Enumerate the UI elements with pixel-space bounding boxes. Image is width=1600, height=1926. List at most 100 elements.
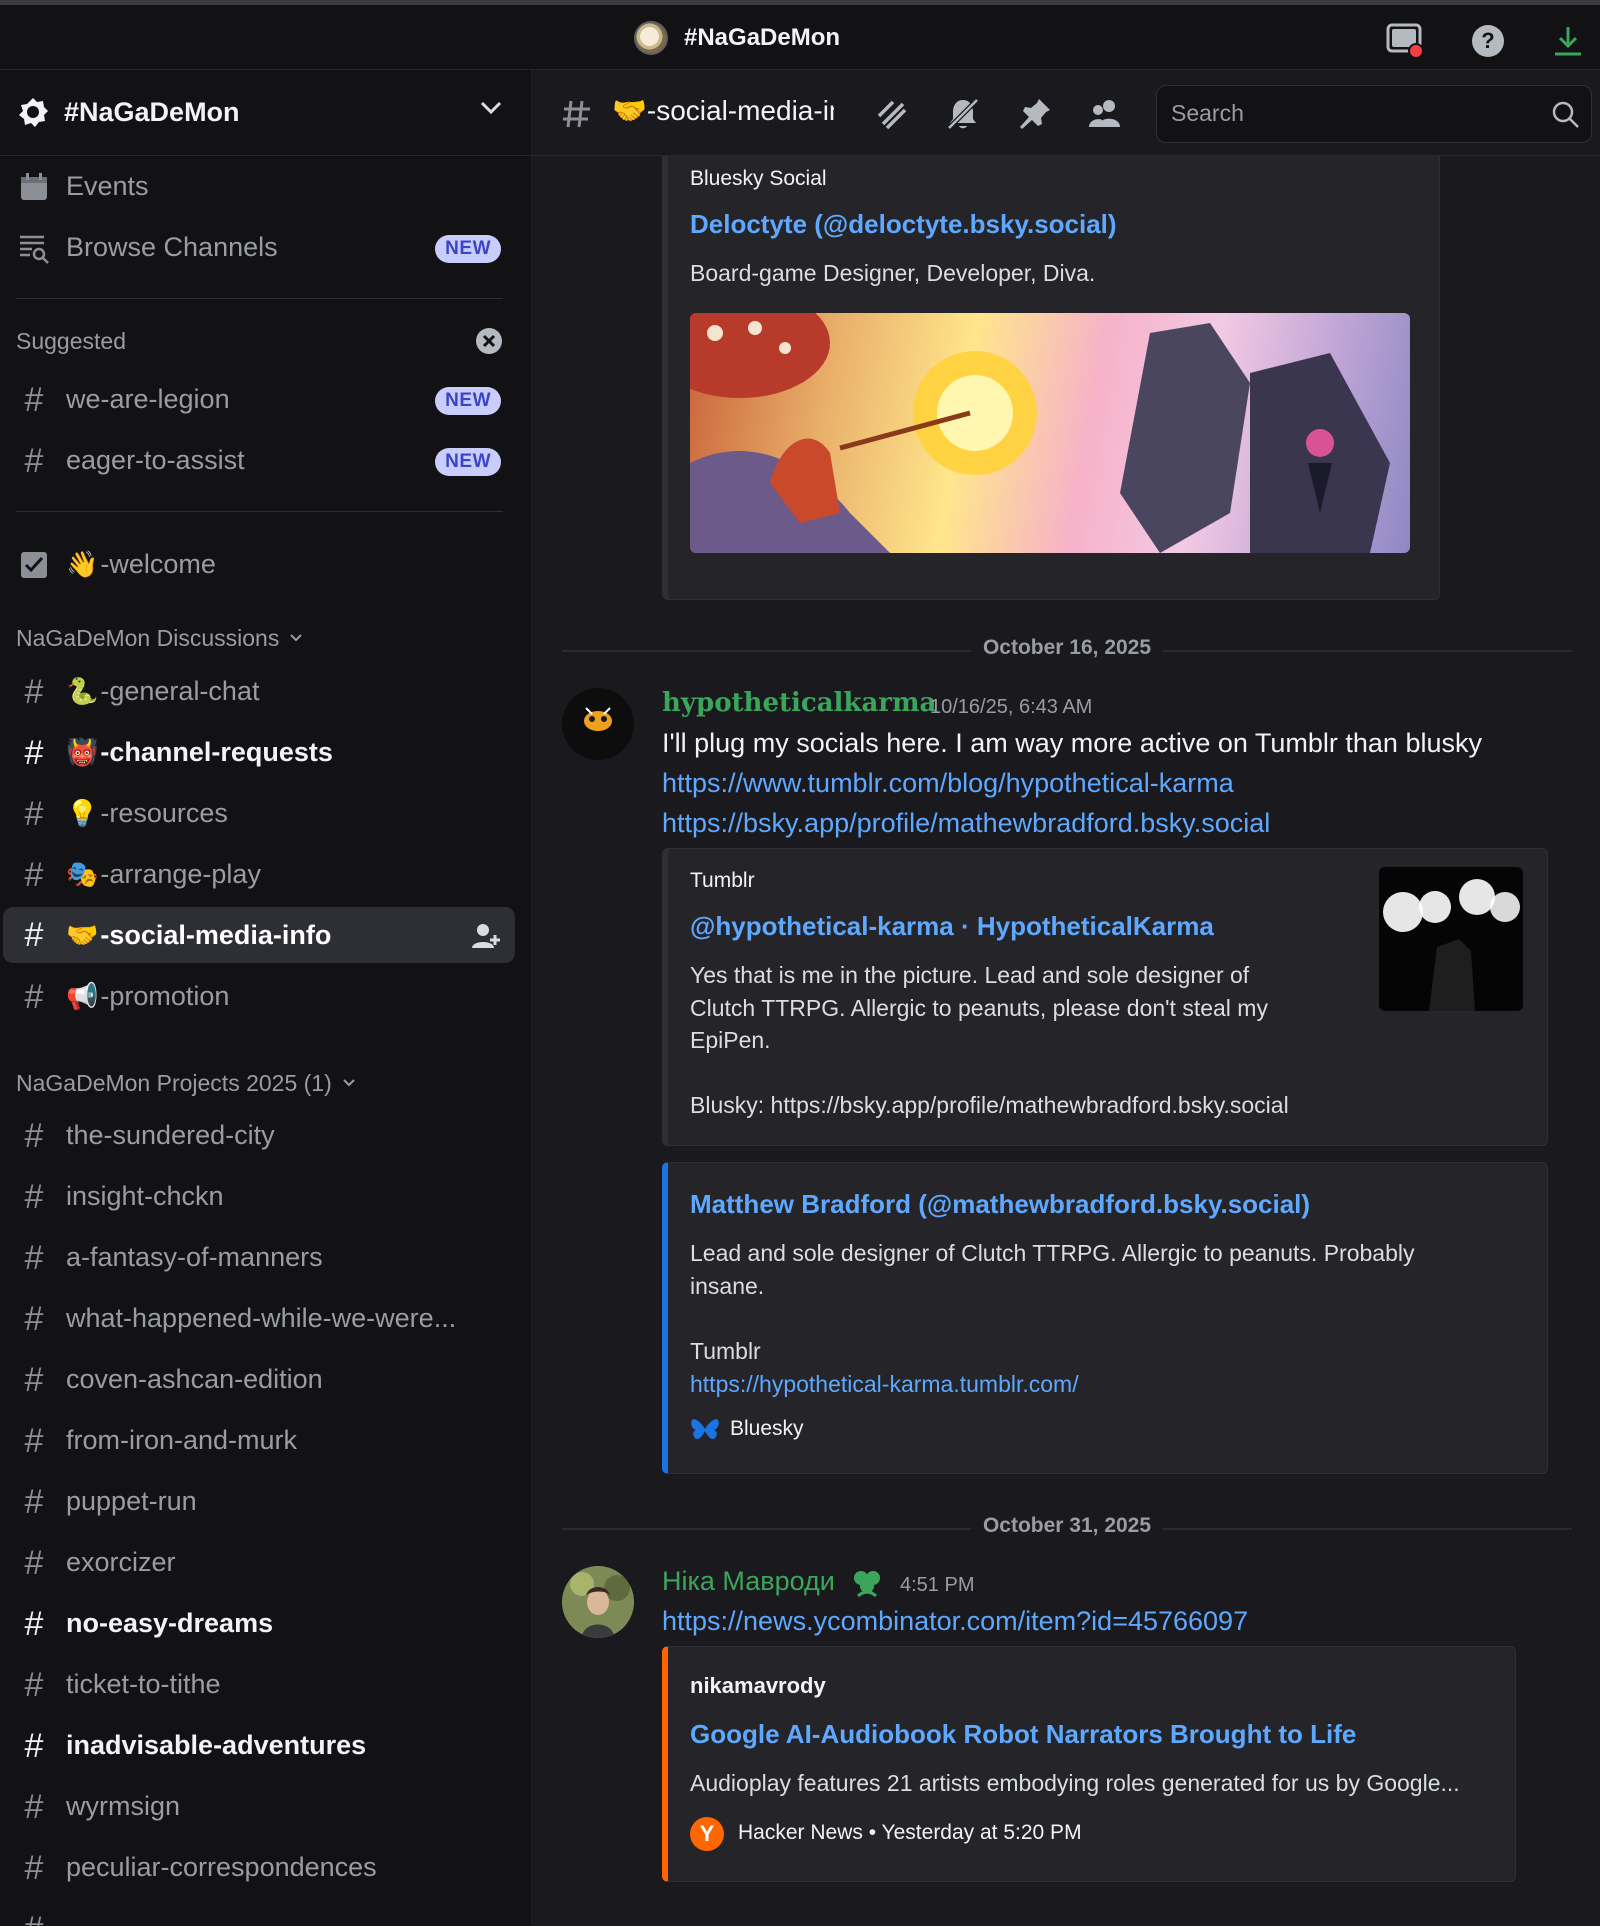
message-author[interactable]: hypotheticalkarma [662, 688, 936, 718]
channel-what-happened[interactable]: # what-happened-while-we-were... [0, 1288, 531, 1349]
hash-lock-icon: # [24, 855, 44, 894]
server-header[interactable]: #NaGaDeMon [0, 70, 531, 156]
channel-label: coven-ashcan-edition [66, 1364, 323, 1394]
channel-wyrmsign[interactable]: # wyrmsign [0, 1776, 531, 1837]
channel-label: wyrmsign [66, 1791, 181, 1821]
inbox-icon[interactable] [1385, 21, 1425, 61]
channel-emoji: 🐍 [66, 676, 99, 706]
channel-emoji: 📢 [66, 981, 99, 1011]
channel-coven-ashcan-edition[interactable]: # coven-ashcan-edition [0, 1349, 531, 1410]
channel-label: -social-media-info [100, 919, 332, 950]
embed-description: Clutch TTRPG. Allergic to peanuts, pleas… [690, 995, 1268, 1021]
channel-resources[interactable]: # 💡 -resources [0, 783, 531, 844]
divider [16, 511, 503, 512]
channel-partial[interactable]: # [0, 1898, 531, 1926]
new-badge: NEW [435, 448, 501, 476]
download-icon[interactable] [1548, 21, 1588, 61]
channel-label: the-sundered-city [66, 1120, 275, 1150]
channel-the-sundered-city[interactable]: # the-sundered-city [0, 1105, 531, 1166]
channel-arrange-play[interactable]: # 🎭 -arrange-play [0, 844, 531, 905]
channel-label: -arrange-play [100, 859, 261, 889]
channel-eager-to-assist[interactable]: # eager-to-assist NEW [0, 430, 531, 491]
embed-thumbnail[interactable] [1379, 867, 1523, 1011]
embed-description: Lead and sole designer of Clutch TTRPG. … [690, 1240, 1415, 1266]
channel-inadvisable-adventures[interactable]: # inadvisable-adventures [0, 1715, 531, 1776]
channel-a-fantasy-of-manners[interactable]: # a-fantasy-of-manners [0, 1227, 531, 1288]
help-icon[interactable]: ? [1468, 21, 1508, 61]
message-list: Bluesky Social Deloctyte (@deloctyte.bsk… [532, 156, 1600, 1926]
chevron-down-icon[interactable] [479, 100, 503, 116]
channel-from-iron-and-murk[interactable]: # from-iron-and-murk [0, 1410, 531, 1471]
hash-icon: # [24, 1299, 44, 1338]
message-link[interactable]: https://news.ycombinator.com/item?id=457… [662, 1606, 1248, 1637]
channel-no-easy-dreams[interactable]: # no-easy-dreams [0, 1593, 531, 1654]
wave-emoji: 👋 [66, 549, 99, 579]
title-bar: #NaGaDeMon ? [0, 0, 1600, 70]
channel-welcome[interactable]: 👋 -welcome [0, 534, 531, 595]
message-timestamp: 10/16/25, 6:43 AM [930, 696, 1093, 718]
chevron-down-icon [290, 634, 303, 642]
embed-description: Board-game Designer, Developer, Diva. [690, 260, 1096, 286]
embed-bluesky-deloctyte: Bluesky Social Deloctyte (@deloctyte.bsk… [662, 156, 1440, 600]
channel-label: -resources [100, 798, 228, 828]
browse-channels-item[interactable]: Browse Channels NEW [0, 217, 531, 278]
avatar[interactable] [562, 688, 634, 760]
embed-description: insane. [690, 1273, 765, 1299]
category-label: NaGaDeMon Discussions [16, 624, 280, 651]
dismiss-suggested-icon[interactable] [475, 327, 503, 355]
hash-icon: # [24, 1787, 44, 1826]
channel-promotion[interactable]: # 📢 -promotion [0, 966, 531, 1027]
embed-description: EpiPen. [690, 1027, 771, 1053]
embed-provider: Tumblr [690, 869, 755, 892]
avatar[interactable] [562, 1566, 634, 1638]
channel-insight-chckn[interactable]: # insight-chckn [0, 1166, 531, 1227]
message-link[interactable]: https://www.tumblr.com/blog/hypothetical… [662, 768, 1234, 799]
hash-icon: # [16, 1912, 52, 1926]
embed-image[interactable] [690, 313, 1410, 553]
date-label: October 16, 2025 [970, 636, 1164, 660]
embed-title-link[interactable]: @hypothetical-karma · HypotheticalKarma [690, 911, 1214, 942]
channel-puppet-run[interactable]: # puppet-run [0, 1471, 531, 1532]
channel-emoji: 👹 [66, 737, 99, 767]
notification-mute-icon[interactable] [944, 95, 982, 133]
invite-member-icon[interactable] [471, 921, 501, 951]
channel-exorcizer[interactable]: # exorcizer [0, 1532, 531, 1593]
search-input[interactable] [1171, 100, 1531, 127]
embed-title-link[interactable]: Matthew Bradford (@mathewbradford.bsky.s… [690, 1189, 1310, 1220]
message-link[interactable]: https://bsky.app/profile/mathewbradford.… [662, 808, 1270, 839]
pin-icon[interactable] [1016, 95, 1054, 133]
hash-lock-icon: # [24, 733, 44, 772]
embed-provider: Bluesky Social [690, 167, 827, 190]
channel-label: exorcizer [66, 1547, 176, 1577]
channel-label: puppet-run [66, 1486, 197, 1516]
date-label: October 31, 2025 [970, 1514, 1164, 1538]
embed-title-link[interactable]: Deloctyte (@deloctyte.bsky.social) [690, 209, 1117, 240]
window-title: #NaGaDeMon [684, 24, 841, 51]
member-list-icon[interactable] [1086, 95, 1124, 133]
channel-name-text: -social-media-in [646, 95, 834, 126]
channel-ticket-to-tithe[interactable]: # ticket-to-tithe [0, 1654, 531, 1715]
embed-footer-source: Hacker News [738, 1821, 863, 1844]
channel-peculiar-correspondences[interactable]: # peculiar-correspondences [0, 1837, 531, 1898]
channel-channel-requests[interactable]: # 👹 -channel-requests [0, 722, 531, 783]
category-discussions[interactable]: NaGaDeMon Discussions [0, 595, 531, 661]
embed-footer-separator: • [868, 1821, 877, 1844]
channel-general-chat[interactable]: # 🐍 -general-chat [0, 661, 531, 722]
search-box[interactable] [1156, 85, 1592, 143]
channel-label: peculiar-correspondences [66, 1852, 377, 1882]
embed-title-link[interactable]: Google AI-Audiobook Robot Narrators Brou… [690, 1719, 1356, 1750]
hash-icon: # [24, 1726, 44, 1765]
hash-icon: # [24, 1238, 44, 1277]
embed-description: Tumblr [690, 1338, 761, 1364]
channel-we-are-legion[interactable]: # we-are-legion NEW [0, 369, 531, 430]
events-item[interactable]: Events [0, 156, 531, 217]
message-author[interactable]: Ніка Мавроди [662, 1566, 835, 1597]
channel-social-media-info[interactable]: # 🤝 -social-media-info [3, 907, 515, 963]
threads-icon[interactable] [872, 95, 910, 133]
thread-channel-icon [560, 95, 598, 133]
category-projects[interactable]: NaGaDeMon Projects 2025 (1) [0, 1027, 531, 1105]
embed-description: Yes that is me in the picture. Lead and … [690, 962, 1250, 988]
embed-link[interactable]: https://hypothetical-karma.tumblr.com/ [690, 1368, 1079, 1401]
channel-emoji: 💡 [66, 798, 99, 828]
channel-label: ticket-to-tithe [66, 1669, 221, 1699]
